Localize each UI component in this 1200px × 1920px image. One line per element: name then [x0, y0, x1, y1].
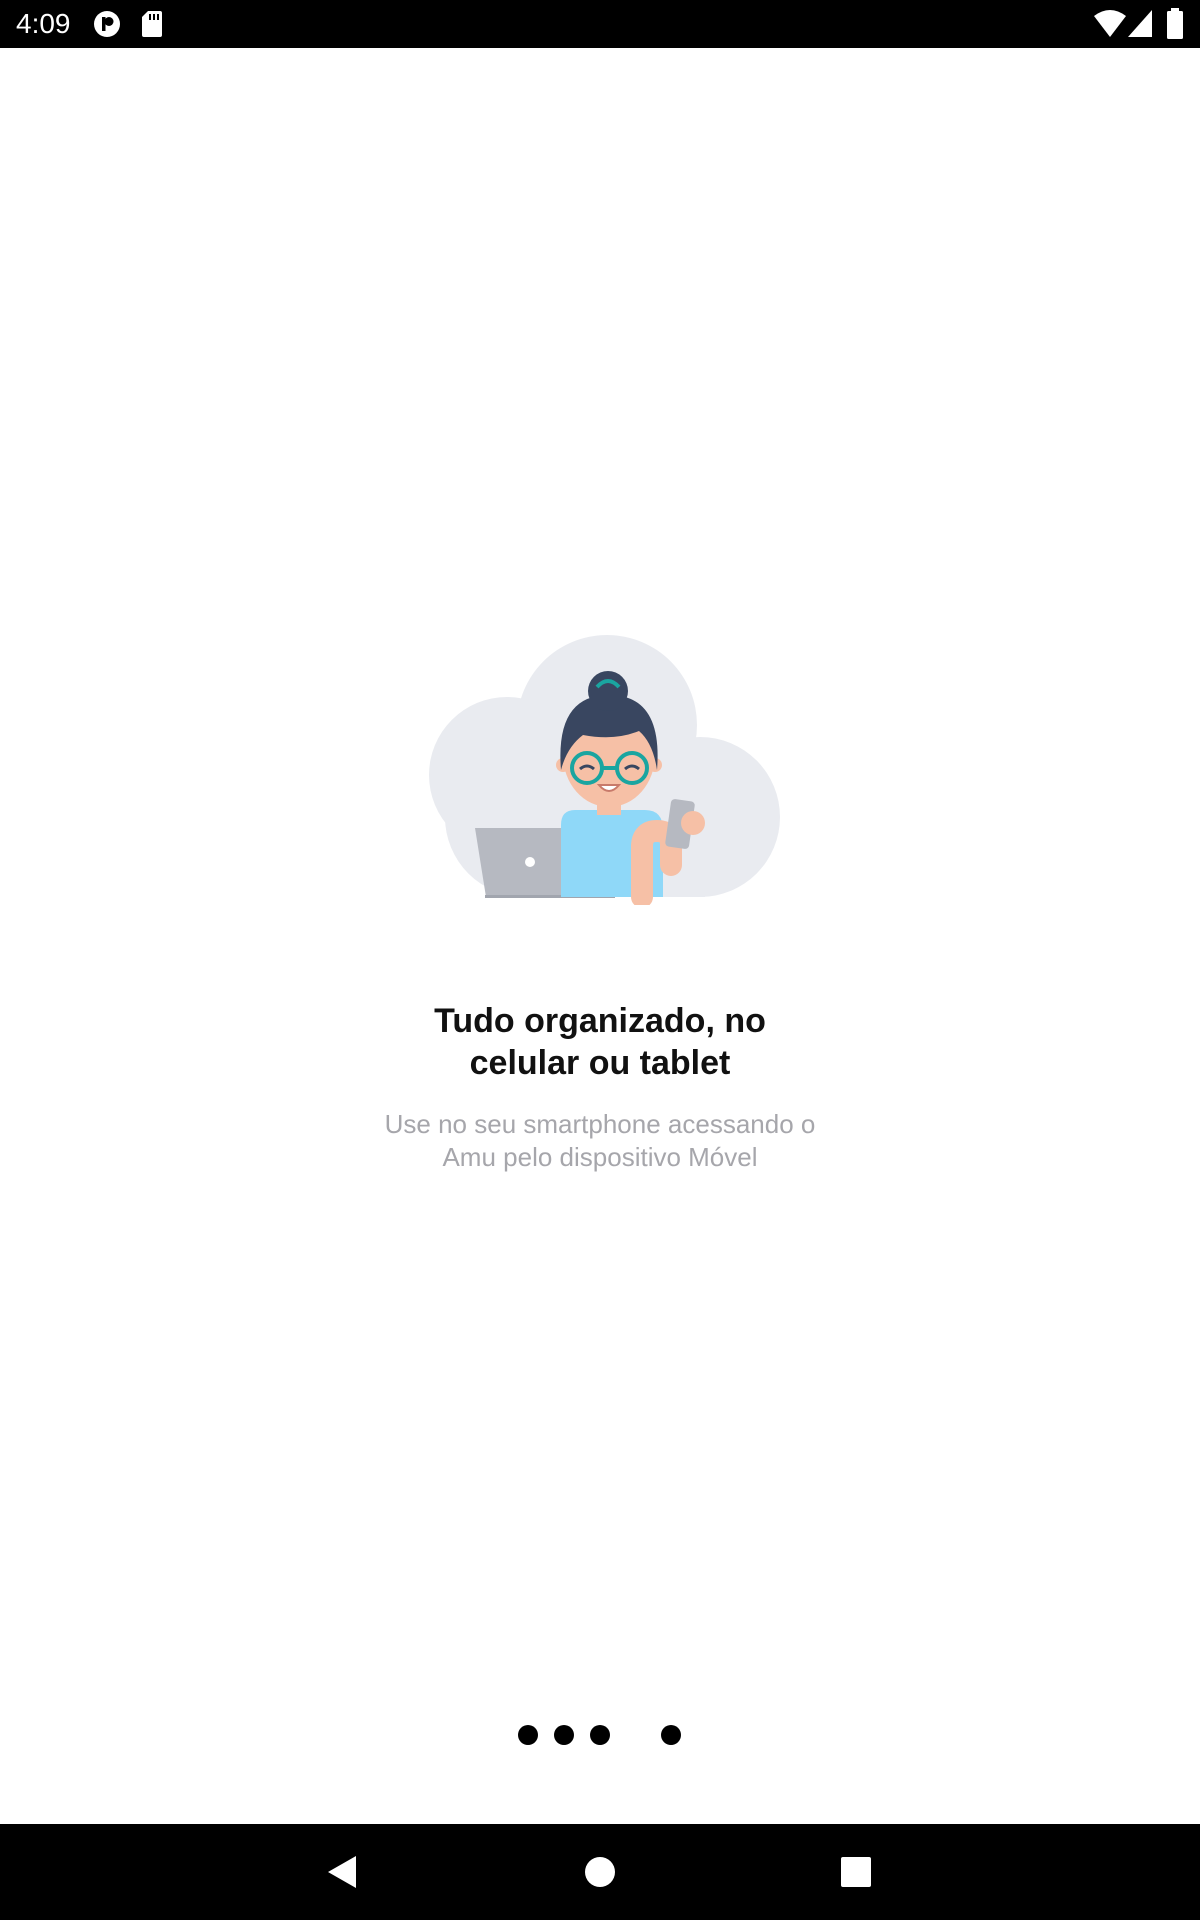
notification-p-icon [92, 9, 122, 44]
onboarding-illustration [425, 625, 785, 908]
title-line-1: Tudo organizado, no [434, 1002, 766, 1040]
status-time: 4:09 [16, 8, 71, 39]
status-bar: 4:09 [0, 0, 1200, 48]
navigation-bar [0, 1824, 1200, 1920]
page-dot-3[interactable] [590, 1725, 610, 1745]
recents-icon[interactable] [836, 1852, 876, 1892]
page-dot-4-active[interactable] [661, 1725, 681, 1745]
onboarding-screen: 4:09 Tudo organizado, no celular ou tabl… [0, 0, 1200, 1920]
battery-icon [1166, 8, 1184, 45]
onboarding-subtitle: Use no seu smartphone acessando o Amu pe… [300, 1108, 900, 1174]
onboarding-title: Tudo organizado, no celular ou tablet [300, 1000, 900, 1084]
cellular-signal-icon [1128, 10, 1154, 43]
home-icon[interactable] [580, 1852, 620, 1892]
sd-card-icon [140, 9, 164, 44]
subtitle-line-1: Use no seu smartphone acessando o [384, 1109, 816, 1139]
page-indicator [0, 1725, 1200, 1749]
title-line-2: celular ou tablet [469, 1044, 731, 1082]
page-dot-2[interactable] [554, 1725, 574, 1745]
wifi-icon [1094, 10, 1126, 43]
page-dot-1[interactable] [518, 1725, 538, 1745]
back-icon[interactable] [322, 1852, 362, 1892]
subtitle-line-2: Amu pelo dispositivo Móvel [442, 1142, 758, 1172]
